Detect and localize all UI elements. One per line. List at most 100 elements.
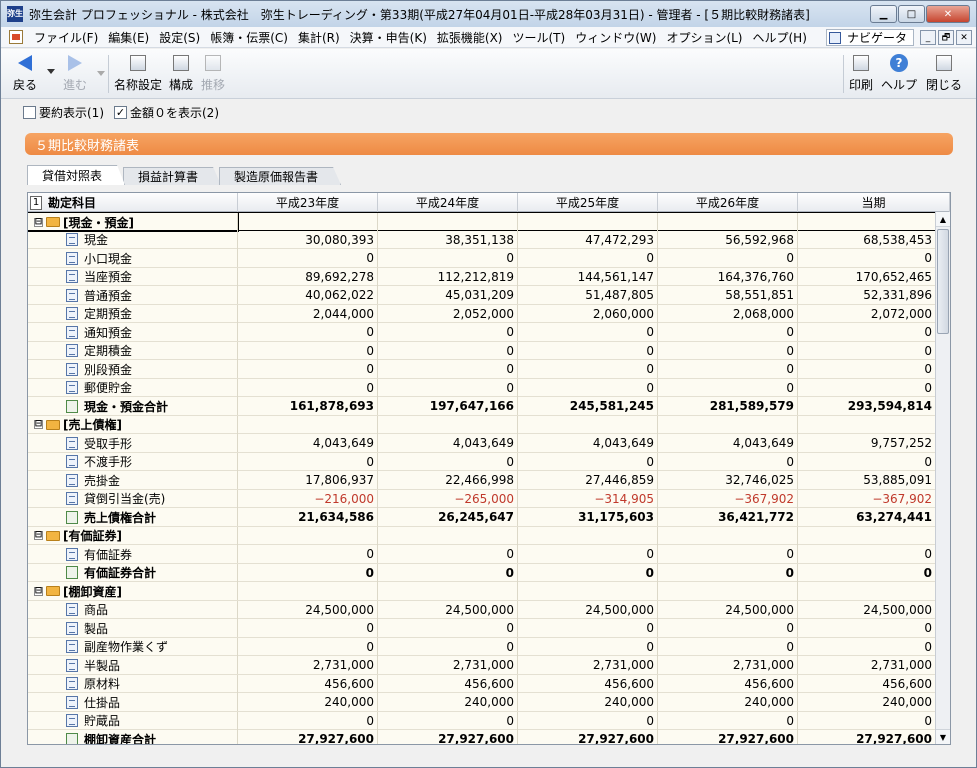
amount-cell[interactable] (798, 526, 936, 545)
amount-cell[interactable]: 164,376,760 (658, 267, 798, 286)
collapse-toggle-icon[interactable]: ⊟ (34, 420, 43, 429)
amount-cell[interactable]: 144,561,147 (518, 267, 658, 286)
menu-item-3[interactable]: 帳簿・伝票(C) (205, 29, 293, 46)
table-row[interactable]: 製品 0 0 0 0 0 (28, 619, 936, 638)
account-cell[interactable]: 製品 (28, 619, 238, 637)
amount-cell[interactable]: 0 (798, 637, 936, 656)
table-row[interactable]: ⊟ [棚卸資産] (28, 582, 936, 601)
amount-cell[interactable]: 24,500,000 (238, 600, 378, 619)
amount-cell[interactable]: 0 (518, 360, 658, 378)
table-row[interactable]: 有価証券合計 0 0 0 0 0 (28, 563, 936, 582)
menu-item-7[interactable]: ツール(T) (508, 29, 571, 46)
mdi-close-button[interactable]: ✕ (956, 30, 972, 45)
account-cell[interactable]: 仕掛品 (28, 693, 238, 711)
table-row[interactable]: ⊟ [売上債権] (28, 415, 936, 434)
amount-cell[interactable]: 45,031,209 (378, 286, 518, 304)
amount-cell[interactable]: 0 (658, 378, 798, 397)
amount-cell[interactable]: 456,600 (378, 674, 518, 693)
amount-cell[interactable]: 2,072,000 (798, 304, 936, 323)
amount-cell[interactable]: 0 (378, 619, 518, 637)
collapse-toggle-icon[interactable]: ⊟ (34, 531, 43, 540)
amount-cell[interactable]: 0 (378, 341, 518, 360)
amount-cell[interactable]: 40,062,022 (238, 286, 378, 304)
account-cell[interactable]: 現金 (28, 230, 238, 249)
column-header[interactable]: 1 勘定科目 (28, 193, 238, 212)
amount-cell[interactable] (518, 213, 658, 231)
amount-cell[interactable]: 0 (518, 563, 658, 582)
amount-cell[interactable]: 240,000 (378, 693, 518, 711)
amount-cell[interactable] (238, 582, 378, 600)
amount-cell[interactable]: 63,274,441 (798, 508, 936, 526)
back-button[interactable]: 戻る (13, 53, 37, 95)
scrollbar-thumb[interactable] (937, 229, 949, 334)
amount-cell[interactable]: 0 (238, 545, 378, 563)
amount-cell[interactable]: 4,043,649 (518, 434, 658, 452)
collapse-toggle-icon[interactable]: ⊟ (34, 217, 43, 227)
summary-display-option[interactable]: 要約表示(1) (23, 104, 104, 121)
amount-cell[interactable]: 9,757,252 (798, 434, 936, 452)
amount-cell[interactable]: 0 (518, 545, 658, 563)
amount-cell[interactable]: 24,500,000 (798, 600, 936, 619)
account-cell[interactable]: 別段預金 (28, 360, 238, 378)
amount-cell[interactable]: 112,212,819 (378, 267, 518, 286)
amount-cell[interactable]: −314,905 (518, 489, 658, 508)
amount-cell[interactable]: 0 (518, 378, 658, 397)
amount-cell[interactable]: 0 (238, 619, 378, 637)
account-cell[interactable]: 有価証券 (28, 545, 238, 563)
amount-cell[interactable]: 0 (658, 545, 798, 563)
collapse-toggle-icon[interactable]: ⊟ (34, 586, 43, 596)
table-row[interactable]: 副産物作業くず 0 0 0 0 0 (28, 637, 936, 656)
table-row[interactable]: 売掛金 17,806,937 22,466,998 27,446,859 32,746,… (28, 471, 936, 490)
column-header[interactable]: 平成25年度 (518, 193, 658, 212)
amount-cell[interactable]: 89,692,278 (238, 267, 378, 286)
table-row[interactable]: 小口現金 0 0 0 0 0 (28, 249, 936, 268)
account-cell[interactable]: 貯蔵品 (28, 711, 238, 730)
amount-cell[interactable]: 32,746,025 (658, 471, 798, 489)
amount-cell[interactable] (518, 526, 658, 545)
menu-item-6[interactable]: 拡張機能(X) (432, 29, 508, 46)
account-cell[interactable]: ⊟ [売上債権] (28, 415, 238, 434)
amount-cell[interactable]: 0 (518, 341, 658, 360)
amount-cell[interactable]: 240,000 (518, 693, 658, 711)
account-cell[interactable]: 不渡手形 (28, 452, 238, 471)
amount-cell[interactable]: 0 (378, 711, 518, 730)
amount-cell[interactable]: 0 (798, 711, 936, 730)
account-cell[interactable]: 現金・預金合計 (28, 397, 238, 415)
vertical-scrollbar[interactable]: ▲ ▼ (935, 212, 950, 744)
minimize-button[interactable]: ▁ (870, 5, 897, 23)
table-row[interactable]: 当座預金 89,692,278 112,212,819 144,561,147 164,… (28, 267, 936, 286)
table-row[interactable]: 売上債権合計 21,634,586 26,245,647 31,175,603 36,4… (28, 508, 936, 527)
amount-cell[interactable]: 4,043,649 (378, 434, 518, 452)
amount-cell[interactable]: 17,806,937 (238, 471, 378, 489)
amount-cell[interactable]: 2,068,000 (658, 304, 798, 323)
amount-cell[interactable]: 456,600 (518, 674, 658, 693)
menu-item-5[interactable]: 決算・申告(K) (345, 29, 432, 46)
account-cell[interactable]: 原材料 (28, 674, 238, 693)
mdi-minimize-button[interactable]: _ (920, 30, 936, 45)
amount-cell[interactable]: 0 (518, 637, 658, 656)
column-header[interactable]: 平成24年度 (378, 193, 518, 212)
amount-cell[interactable]: 56,592,968 (658, 230, 798, 249)
table-row[interactable]: ⊟ [現金・預金] (28, 212, 936, 232)
show-zero-checkbox[interactable]: ✓ (114, 105, 127, 119)
amount-cell[interactable]: 2,731,000 (658, 656, 798, 674)
amount-cell[interactable] (238, 526, 378, 545)
amount-cell[interactable]: 293,594,814 (798, 397, 936, 415)
table-row[interactable]: 貯蔵品 0 0 0 0 0 (28, 711, 936, 730)
table-row[interactable]: 郵便貯金 0 0 0 0 0 (28, 378, 936, 397)
account-cell[interactable]: 当座預金 (28, 267, 238, 286)
amount-cell[interactable]: 0 (658, 360, 798, 378)
amount-cell[interactable]: 24,500,000 (518, 600, 658, 619)
forward-dropdown-icon[interactable] (97, 71, 105, 76)
amount-cell[interactable]: 0 (378, 637, 518, 656)
maximize-button[interactable]: □ (898, 5, 925, 23)
amount-cell[interactable]: 21,634,586 (238, 508, 378, 526)
table-row[interactable]: 定期預金 2,044,000 2,052,000 2,060,000 2,068,000… (28, 304, 936, 323)
table-row[interactable]: 原材料 456,600 456,600 456,600 456,600 456,600 (28, 674, 936, 693)
amount-cell[interactable]: 197,647,166 (378, 397, 518, 415)
amount-cell[interactable]: 0 (658, 563, 798, 582)
amount-cell[interactable]: 240,000 (658, 693, 798, 711)
amount-cell[interactable]: 0 (518, 249, 658, 267)
table-row[interactable]: 普通預金 40,062,022 45,031,209 51,487,805 58,551… (28, 286, 936, 305)
amount-cell[interactable]: 51,487,805 (518, 286, 658, 304)
